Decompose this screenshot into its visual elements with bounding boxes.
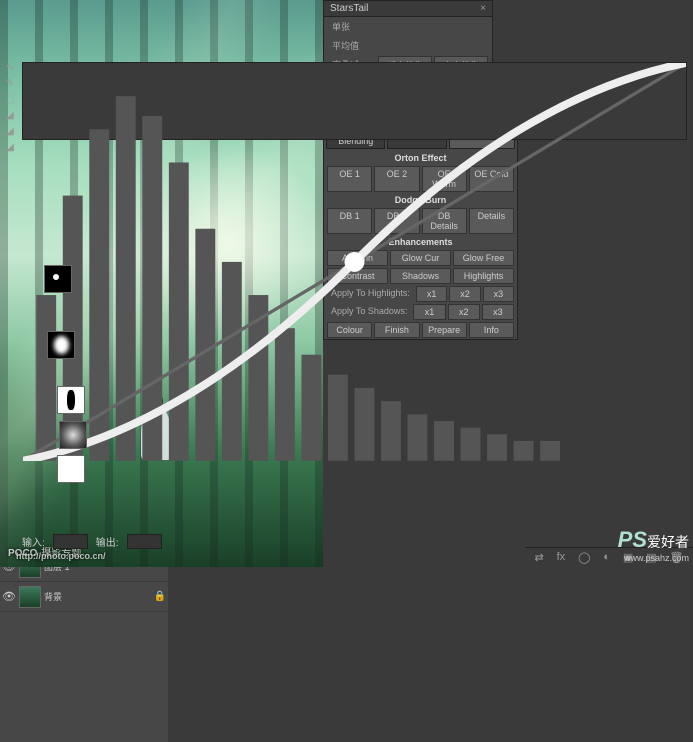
smooth-tool-icon[interactable]: ⬚ [3, 94, 17, 108]
starstail-title: StarsTail [330, 3, 368, 14]
eyedropper-white-icon[interactable]: ◢ [3, 142, 17, 156]
eyedropper-black-icon[interactable]: ◢ [3, 110, 17, 124]
visibility-icon[interactable]: 👁 [2, 590, 16, 603]
st-row-label: 单张 [328, 18, 376, 35]
adj-new-icon[interactable]: ◐ [603, 551, 610, 564]
output-label: 输出: [96, 534, 119, 549]
mask-icon[interactable]: ◯ [578, 551, 590, 564]
st-row-label: 平均值 [328, 37, 376, 54]
curves-graph[interactable] [22, 62, 687, 140]
curve-tools: ∿ ✎ ⬚ ◢ ◢ ◢ [3, 60, 19, 158]
point-tool-icon[interactable]: ∿ [3, 62, 17, 76]
link-icon[interactable]: ⇄ [534, 551, 543, 564]
output-field[interactable] [127, 534, 162, 549]
eyedropper-gray-icon[interactable]: ◢ [3, 126, 17, 140]
fx-icon[interactable]: fx [557, 551, 566, 564]
pencil-tool-icon[interactable]: ✎ [3, 78, 17, 92]
watermark-psahz: PS爱好者 www.psahz.com [618, 527, 689, 563]
input-field[interactable] [53, 534, 88, 549]
layer-name: 背景 [44, 590, 151, 603]
layer-row[interactable]: 👁 背景🔒 [0, 582, 168, 612]
lock-icon: 🔒 [154, 591, 166, 602]
close-icon[interactable]: × [480, 3, 486, 14]
input-label: 输入: [22, 534, 45, 549]
